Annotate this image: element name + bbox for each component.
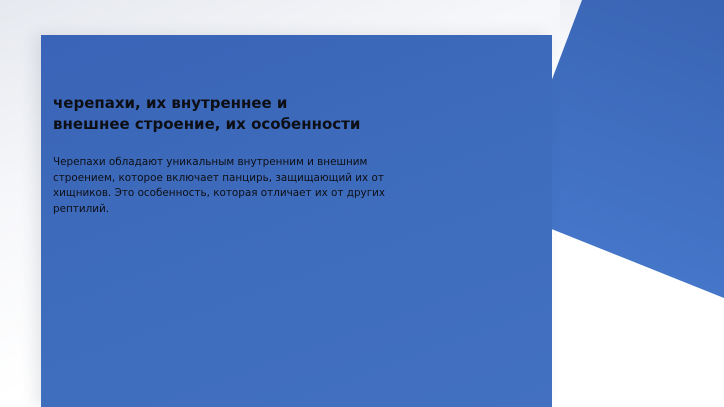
slide-body-text: Черепахи обладают уникальным внутренним … xyxy=(53,156,386,215)
slide-title: черепахи, их внутреннее и внешнее строен… xyxy=(53,94,361,133)
slide-canvas: черепахи, их внутреннее и внешнее строен… xyxy=(0,0,724,407)
content-card: черепахи, их внутреннее и внешнее строен… xyxy=(41,35,552,407)
